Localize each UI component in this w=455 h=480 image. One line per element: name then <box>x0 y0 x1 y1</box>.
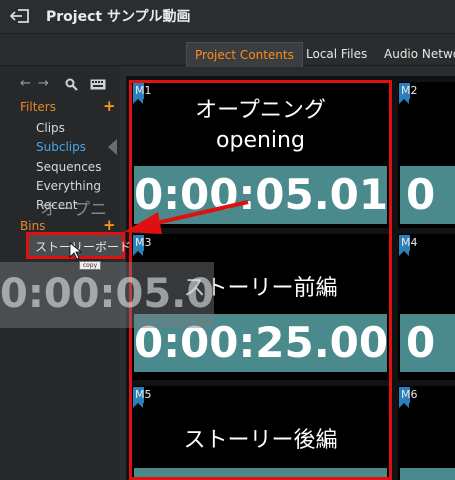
drag-ghost-title: オープニ <box>40 200 107 220</box>
tab-bar: Project Contents Local Files Audio Netwo <box>0 34 455 67</box>
clip-id: M1 <box>135 84 152 97</box>
clip-title: ストーリー後編 <box>183 428 338 453</box>
project-title[interactable]: Project サンプル動画 <box>46 6 191 26</box>
exit-icon[interactable] <box>10 8 30 24</box>
collapse-sidebar-icon[interactable] <box>108 139 117 155</box>
filters-heading: Filters <box>20 100 56 114</box>
back-arrow-icon[interactable]: ← <box>20 76 31 91</box>
forward-arrow-icon[interactable]: → <box>38 76 49 91</box>
clip-timecode: 0 <box>400 314 455 372</box>
keyboard-icon[interactable] <box>90 79 106 90</box>
chevron-down-icon[interactable]: ▼ <box>178 10 186 21</box>
search-icon[interactable] <box>65 78 78 91</box>
clip-tile-m2[interactable]: M2 0 <box>398 82 455 228</box>
clip-id: M4 <box>401 236 418 249</box>
filter-everything[interactable]: Everything <box>36 179 101 193</box>
clip-timecode <box>134 468 387 480</box>
clip-tile-m4[interactable]: M4 0 <box>398 234 455 380</box>
tab-audio-network[interactable]: Audio Netwo <box>376 42 455 67</box>
clip-timecode <box>400 468 455 480</box>
add-bin-plus-icon[interactable]: + <box>103 218 116 233</box>
bin-item-label: ストーリーボード <box>35 240 132 254</box>
filter-clips[interactable]: Clips <box>36 121 65 135</box>
clip-id: M2 <box>401 84 418 97</box>
bins-heading: Bins <box>20 219 46 233</box>
tab-local-files[interactable]: Local Files <box>298 42 375 67</box>
tab-project-contents[interactable]: Project Contents <box>186 42 303 67</box>
filter-sequences[interactable]: Sequences <box>36 160 101 174</box>
clip-id: M5 <box>135 388 152 401</box>
clip-id: M6 <box>401 388 418 401</box>
clip-tile-m1[interactable]: M1 オープニング opening 0:00:05.01 <box>132 82 389 228</box>
clip-timecode: 0:00:05.01 <box>134 166 387 224</box>
clip-title: オープニング <box>195 98 326 123</box>
bin-item-storyboard[interactable]: ストーリーボード <box>26 232 131 259</box>
clip-tile-m6[interactable]: M6 <box>398 386 455 480</box>
filter-subclips[interactable]: Subclips <box>36 140 86 154</box>
clip-subtitle: opening <box>216 128 305 153</box>
clip-tile-m5[interactable]: M5 ストーリー後編 <box>132 386 389 480</box>
sidebar-toolbar: ← → <box>20 76 116 92</box>
copy-badge: copy <box>79 261 101 270</box>
clip-id: M3 <box>135 236 152 249</box>
drag-ghost-timecode: 0:00:05.01 <box>0 262 214 328</box>
title-bar: Project サンプル動画 ▼ <box>0 0 455 34</box>
add-filter-plus-icon[interactable]: + <box>103 99 116 114</box>
clip-timecode: 0 <box>400 166 455 224</box>
